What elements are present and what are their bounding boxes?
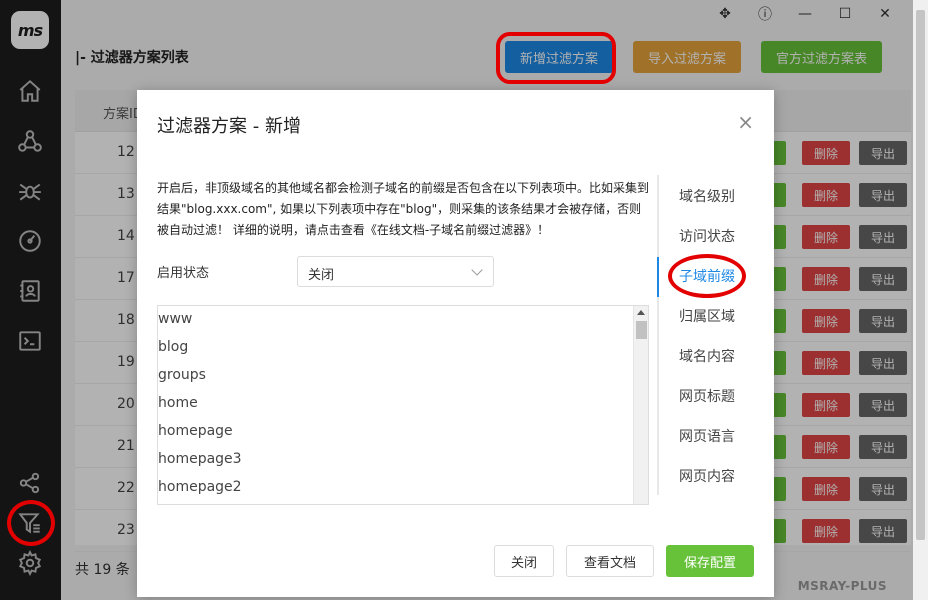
prefix-line: groups — [158, 367, 206, 383]
prefix-line: homepage — [158, 423, 233, 439]
prefix-list-textarea[interactable]: www blog groups home homepage homepage3 homepa… — [157, 305, 649, 505]
enable-status-value: 关闭 — [308, 268, 335, 283]
tab-item[interactable]: 域名内容 — [679, 346, 735, 366]
prefix-line: homepage2 — [158, 479, 242, 495]
enable-status-label: 启用状态 — [157, 266, 210, 281]
prefix-line: homepage3 — [158, 451, 242, 467]
view-docs-button[interactable]: 查看文档 — [566, 545, 654, 577]
tab-item[interactable]: 归属区域 — [679, 306, 735, 326]
enable-status-select[interactable]: 关闭 — [297, 256, 494, 287]
tab-item[interactable]: 网页内容 — [679, 466, 735, 486]
save-config-button[interactable]: 保存配置 — [666, 545, 754, 577]
tab-item[interactable]: 访问状态 — [679, 226, 735, 246]
prefix-line: www — [158, 311, 193, 327]
page-scrollbar[interactable] — [913, 0, 928, 600]
textarea-scroll-thumb[interactable] — [636, 321, 647, 339]
tab-item[interactable]: 网页标题 — [679, 386, 735, 406]
filter-type-tabs: 域名级别 访问状态 子域前缀 归属区域 域名内容 网页标题 网页语言 网页内容 — [657, 175, 772, 495]
close-button[interactable]: 关闭 — [494, 545, 554, 577]
annotation-circle — [668, 254, 746, 298]
tab-item[interactable]: 域名级别 — [679, 186, 735, 206]
annotation-circle — [496, 32, 616, 84]
dialog-title: 过滤器方案 - 新增 — [157, 116, 301, 137]
filter-dialog: 过滤器方案 - 新增 × 开启后，非顶级域名的其他域名都会检测子域名的前缀是否包… — [137, 90, 774, 597]
dialog-description: 开启后，非顶级域名的其他域名都会检测子域名的前缀是否包含在以下列表项中。比如采集… — [157, 181, 650, 237]
prefix-line: blog — [158, 339, 189, 355]
active-tab-indicator — [657, 257, 659, 297]
chevron-down-icon — [471, 264, 483, 276]
prefix-line: home — [158, 395, 198, 411]
tab-item[interactable]: 网页语言 — [679, 426, 735, 446]
textarea-scrollbar[interactable] — [633, 306, 648, 504]
scrollbar-thumb[interactable] — [916, 10, 925, 540]
close-icon[interactable]: × — [737, 112, 754, 132]
scroll-up-icon[interactable] — [637, 310, 645, 315]
annotation-circle — [7, 500, 55, 546]
